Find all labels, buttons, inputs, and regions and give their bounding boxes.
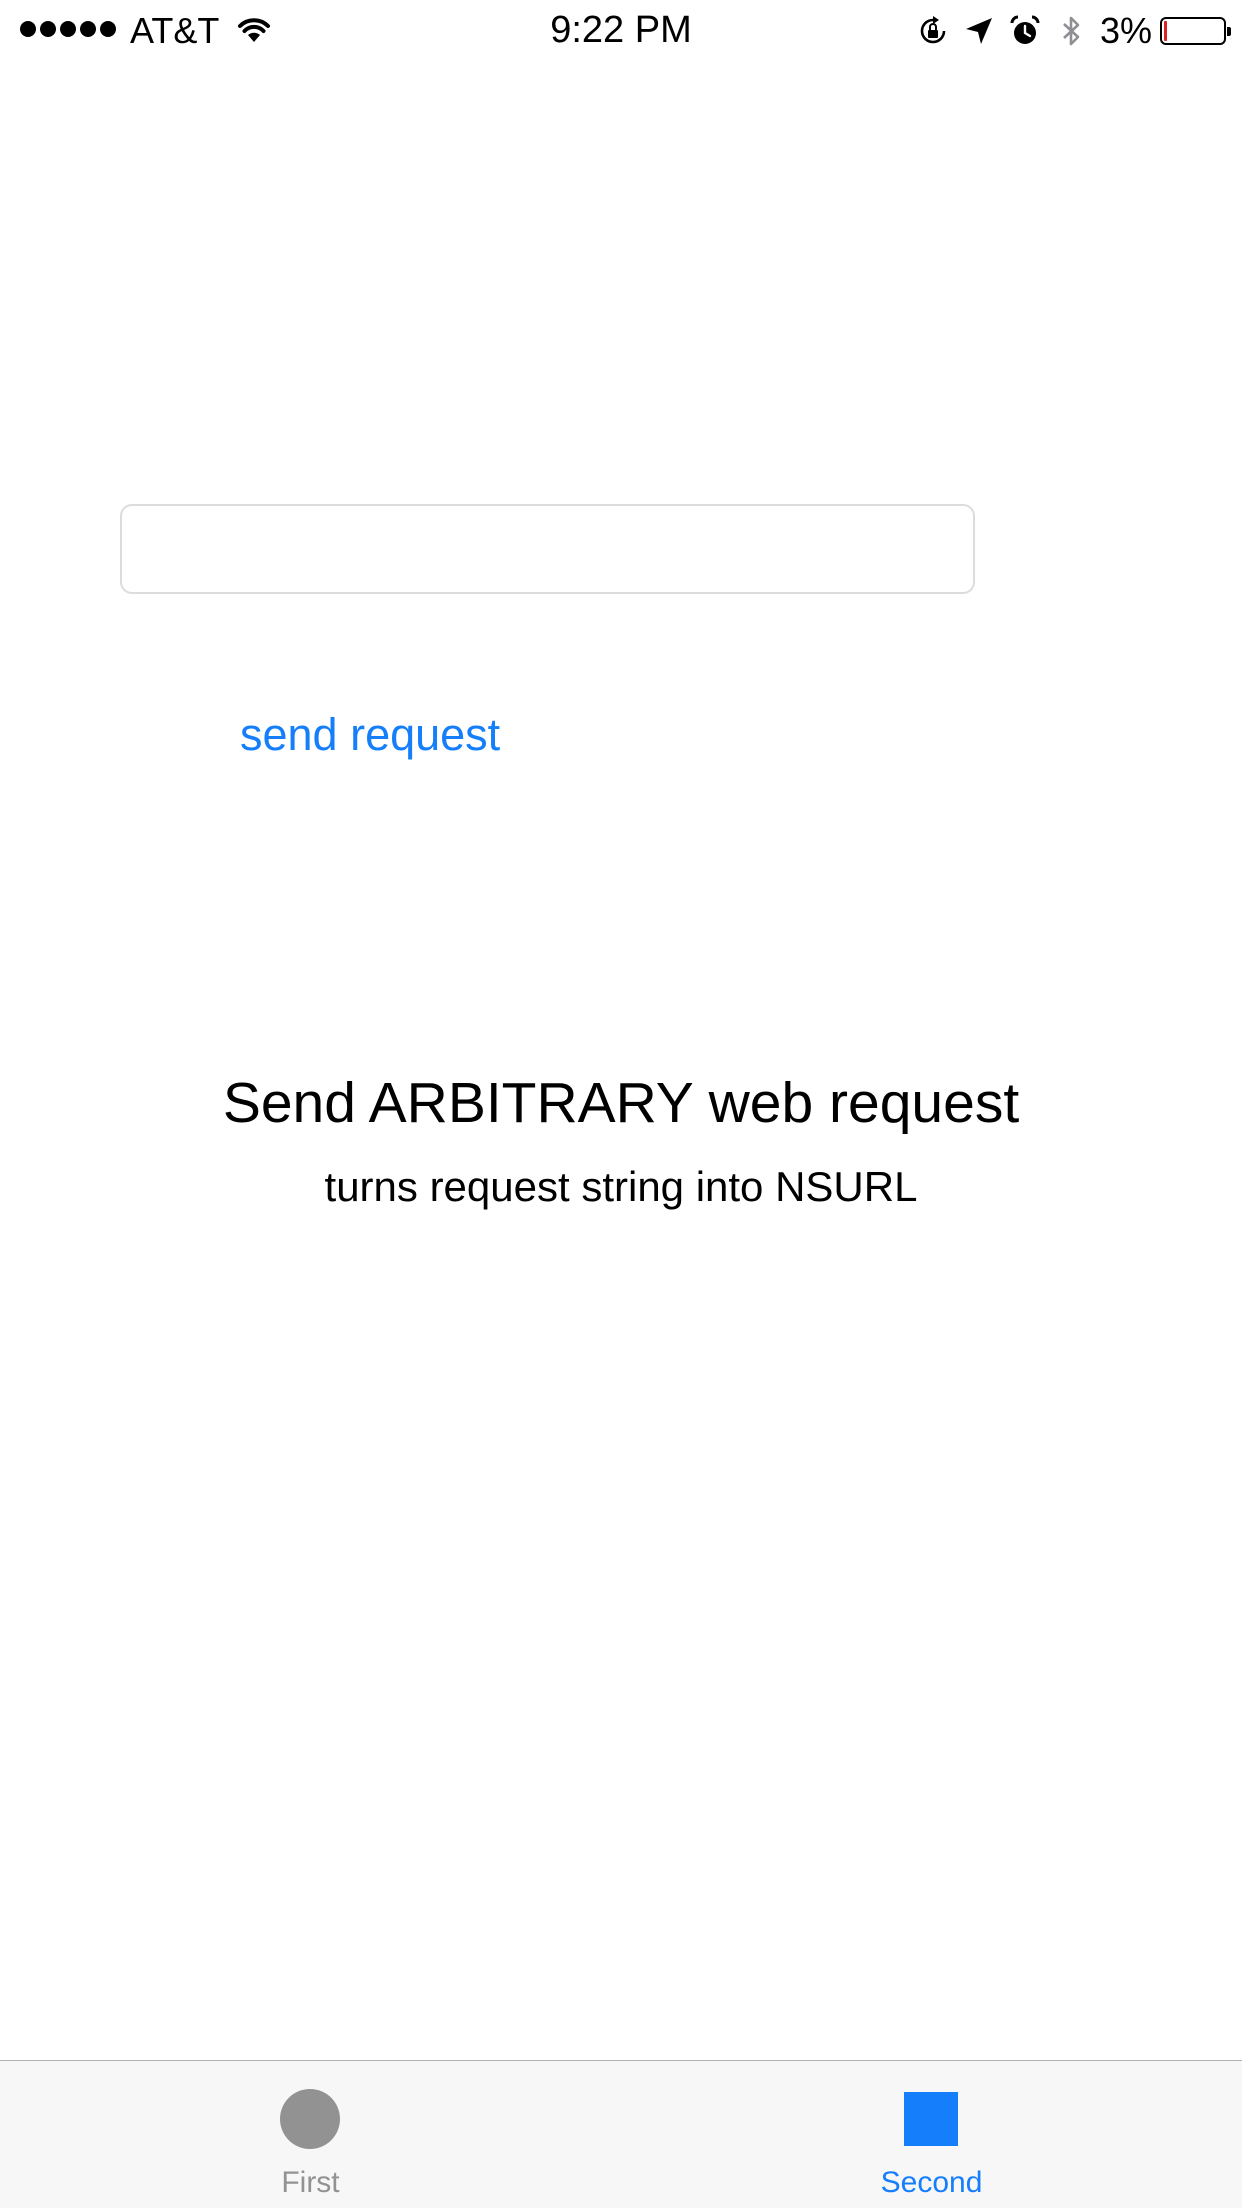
rotation-lock-icon — [920, 16, 946, 44]
bluetooth-icon — [1063, 16, 1080, 46]
tab-bar: First Second — [0, 2060, 1242, 2208]
square-icon — [904, 2092, 958, 2146]
page-title: Send ARBITRARY web request — [222, 1071, 1020, 1135]
location-arrow-icon — [965, 18, 992, 44]
tab-second-label: Second — [880, 2166, 983, 2199]
page-subtitle: turns request string into NSURL — [324, 1163, 918, 1210]
battery-percentage: 3% — [1099, 10, 1152, 51]
request-url-input[interactable] — [120, 504, 975, 594]
tab-second[interactable]: Second — [621, 2061, 1242, 2209]
status-bar: AT&T 9:22 PM 3% — [0, 0, 1242, 60]
battery-icon — [1160, 17, 1231, 45]
alarm-icon — [1010, 15, 1040, 44]
tab-first[interactable]: First — [0, 2061, 621, 2209]
tab-first-label: First — [281, 2166, 340, 2199]
send-request-button[interactable]: send request — [240, 705, 500, 765]
circle-icon — [280, 2089, 340, 2149]
status-indicators: 3% — [916, 10, 1231, 52]
battery-level-fill — [1164, 21, 1167, 41]
